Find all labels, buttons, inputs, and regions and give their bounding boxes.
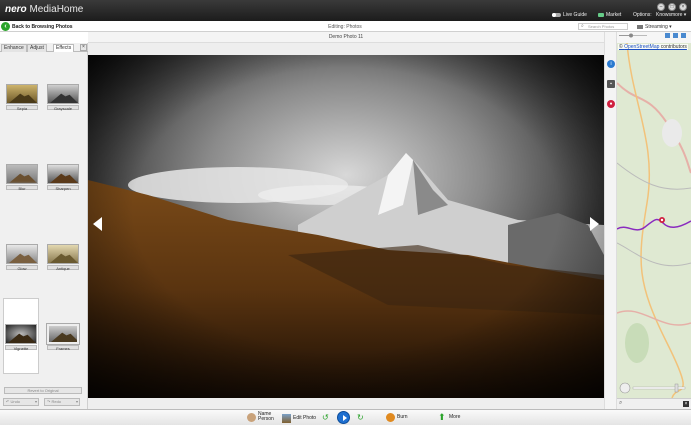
map-toolbar bbox=[617, 32, 691, 43]
rotate-left-button[interactable]: ↺ bbox=[322, 413, 333, 425]
chevron-down-icon[interactable]: ▾ bbox=[35, 399, 37, 405]
redo-button[interactable]: ↷ Redo ▾ bbox=[44, 398, 80, 406]
play-slideshow-button[interactable] bbox=[337, 411, 350, 424]
effect-frames[interactable]: Frames bbox=[45, 323, 81, 351]
next-photo-arrow[interactable] bbox=[590, 217, 599, 231]
restore-icon[interactable]: □ bbox=[668, 3, 676, 11]
person-icon bbox=[247, 412, 256, 422]
options-label: Options: bbox=[633, 12, 652, 18]
attribution-text: contributors bbox=[659, 44, 687, 50]
photo-title: Demo Photo 11 bbox=[88, 32, 604, 43]
search-icon: ⌕ bbox=[619, 400, 623, 406]
user-menu[interactable]: Knowsmore ▾ bbox=[656, 12, 686, 18]
effect-thumbnail bbox=[6, 84, 38, 104]
tab-effects[interactable]: Effects bbox=[53, 44, 75, 52]
info-icon[interactable]: i bbox=[607, 60, 615, 68]
search-input[interactable]: ⌕ Search Photos bbox=[578, 23, 628, 30]
title-bar: nero MediaHome – □ × Live Guide Market O… bbox=[0, 0, 691, 21]
streaming-menu[interactable]: Streaming ▾ bbox=[637, 24, 672, 30]
effect-thumbnail bbox=[46, 323, 80, 345]
edit-panel: Enhance Adjust Effects × Sepia Grayscale… bbox=[0, 43, 88, 409]
search-icon: ⌕ bbox=[581, 23, 584, 29]
info-rail: i ▪ ● bbox=[604, 32, 617, 409]
nav-bar: ‹ Back to Browsing Photos Editing: Photo… bbox=[0, 21, 691, 32]
revert-to-original-button[interactable]: Revert to Original bbox=[4, 387, 82, 394]
photo-canvas[interactable] bbox=[88, 55, 604, 398]
effect-thumbnail bbox=[6, 244, 38, 264]
canvas-bottom-margin bbox=[88, 398, 604, 409]
name-person-button[interactable]: Name Person bbox=[247, 412, 274, 424]
effect-grayscale[interactable]: Grayscale bbox=[45, 84, 81, 111]
location-map[interactable]: © OpenStreetMap contributors bbox=[617, 43, 691, 398]
rotate-left-icon: ↺ bbox=[322, 413, 329, 422]
close-icon[interactable]: × bbox=[683, 401, 689, 407]
tag-icon[interactable]: ▪ bbox=[607, 80, 615, 88]
map-tools bbox=[619, 33, 686, 38]
app-brand: nero bbox=[5, 4, 27, 15]
toggle-icon bbox=[552, 12, 561, 17]
effect-thumbnail bbox=[6, 164, 38, 184]
chevron-down-icon[interactable]: ▾ bbox=[76, 399, 78, 405]
back-arrow-icon[interactable]: ‹ bbox=[1, 22, 10, 31]
rotate-right-button[interactable]: ↻ bbox=[357, 413, 368, 425]
close-icon[interactable]: × bbox=[679, 3, 687, 11]
edit-tabs: Enhance Adjust Effects × bbox=[0, 43, 88, 52]
effect-sharpen[interactable]: Sharpen bbox=[45, 164, 81, 191]
map-tiles bbox=[617, 43, 691, 398]
effect-thumbnail bbox=[47, 164, 79, 184]
burn-icon bbox=[386, 413, 395, 422]
arrow-up-icon: ⬆ bbox=[438, 412, 446, 422]
photo-image bbox=[88, 55, 604, 398]
undo-button[interactable]: ↶ Undo ▾ bbox=[3, 398, 39, 406]
burn-button[interactable]: Burn bbox=[386, 413, 408, 425]
effect-blur[interactable]: Blur bbox=[4, 164, 40, 191]
effect-thumbnail bbox=[47, 244, 79, 264]
effect-vignette[interactable]: Vignette bbox=[3, 298, 39, 374]
location-pin-icon[interactable]: ● bbox=[607, 100, 615, 108]
effect-glow[interactable]: Glow bbox=[4, 244, 40, 271]
app-logo: nero MediaHome bbox=[5, 4, 83, 15]
action-bar: Name Person Edit Photo ↺ ↻ Burn ⬆ More bbox=[0, 409, 691, 425]
cart-icon bbox=[598, 12, 604, 17]
map-attribution: © OpenStreetMap contributors bbox=[618, 44, 688, 50]
effect-thumbnail bbox=[5, 324, 37, 344]
app-name: MediaHome bbox=[29, 4, 84, 15]
search-placeholder: Search Photos bbox=[588, 24, 615, 29]
close-panel-icon[interactable]: × bbox=[80, 44, 87, 51]
previous-photo-arrow[interactable] bbox=[93, 217, 102, 231]
photo-edit-icon bbox=[282, 414, 291, 423]
back-to-browsing-link[interactable]: Back to Browsing Photos bbox=[12, 24, 73, 30]
editing-label: Editing: Photos bbox=[328, 24, 362, 30]
effect-antique[interactable]: Antique bbox=[45, 244, 81, 271]
tab-adjust[interactable]: Adjust bbox=[27, 44, 47, 52]
monitor-icon bbox=[637, 24, 643, 29]
map-search-bar[interactable]: ⌕ × bbox=[617, 398, 691, 409]
zoom-slider-icon bbox=[629, 33, 633, 38]
edit-photo-button[interactable]: Edit Photo bbox=[282, 414, 316, 425]
live-guide-toggle[interactable]: Live Guide bbox=[552, 12, 587, 18]
more-button[interactable]: ⬆ More bbox=[438, 413, 460, 425]
openstreetmap-link[interactable]: OpenStreetMap bbox=[624, 44, 659, 50]
map-zoom-control[interactable] bbox=[619, 381, 689, 395]
effect-sepia[interactable]: Sepia bbox=[4, 84, 40, 111]
canvas-top-margin bbox=[88, 43, 604, 55]
minimize-icon[interactable]: – bbox=[657, 3, 665, 11]
tab-enhance[interactable]: Enhance bbox=[1, 44, 27, 52]
rotate-right-icon: ↻ bbox=[357, 413, 364, 422]
market-button[interactable]: Market bbox=[598, 12, 621, 18]
effect-thumbnail bbox=[47, 84, 79, 104]
